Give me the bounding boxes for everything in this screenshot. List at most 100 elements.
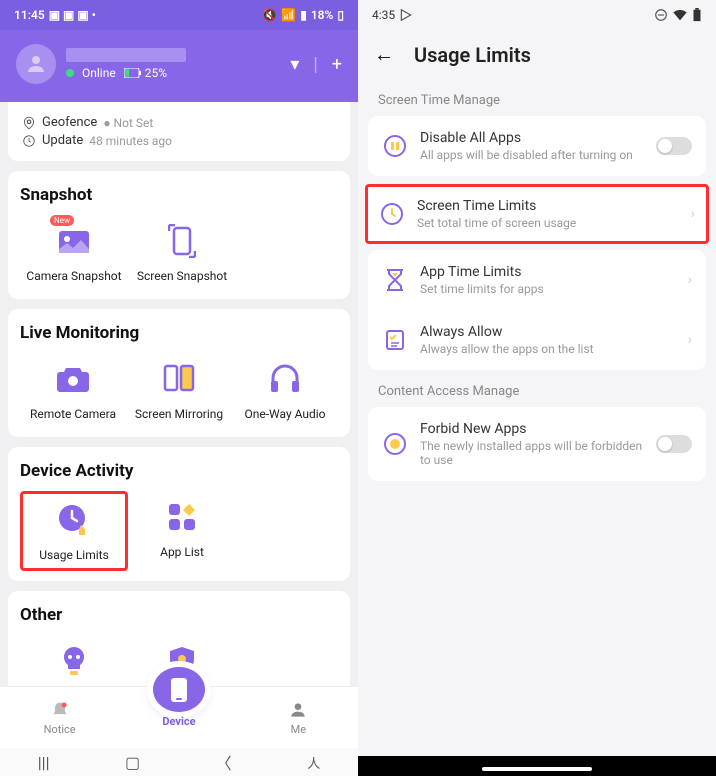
status-time: 11:45 [14,8,45,22]
checklist-icon [382,327,408,353]
home-icon[interactable]: ▢ [125,753,140,772]
forbid-new-apps-toggle[interactable] [656,435,692,453]
wifi-icon: 📶 [281,8,296,22]
battery-icon: ▯ [337,8,344,22]
recents-icon[interactable]: ||| [38,753,50,772]
photo-icon [54,221,94,261]
app-list-button[interactable]: App List [128,491,236,571]
status-bar: 11:45 ▣ ▣ ▣ • 🔇 📶 ▮ 18% ▯ [0,0,358,30]
page-header: ← Usage Limits [358,30,716,79]
dropdown-icon[interactable]: ▾ [290,54,299,75]
screen-snapshot-button[interactable]: Screen Snapshot [128,215,236,289]
dnd-icon [654,8,668,22]
gesture-bar [358,756,716,776]
disable-all-apps-title: Disable All Apps [420,130,644,146]
section-content-access: Content Access Manage [358,370,716,407]
camera-snapshot-button[interactable]: New Camera Snapshot [20,215,128,289]
geofence-label: Geofence [42,115,97,130]
play-store-icon [399,8,413,22]
home-indicator-icon [482,767,592,771]
always-allow-sub: Always allow the apps on the list [420,342,676,356]
forbid-new-apps-title: Forbid New Apps [420,421,644,437]
app-time-limits-sub: Set time limits for apps [420,282,676,296]
device-battery: 25% [124,66,167,80]
always-allow-row[interactable]: Always Allow Always allow the apps on th… [368,310,706,370]
screen-time-limits-row[interactable]: Screen Time Limits Set total time of scr… [365,184,709,244]
pause-circle-icon [382,133,408,159]
one-way-audio-button[interactable]: One-Way Audio [232,353,338,427]
screen-time-list: Disable All Apps All apps will be disabl… [368,116,706,176]
status-time: 4:35 [372,8,395,22]
screen-time-list-2: App Time Limits Set time limits for apps… [368,250,706,370]
chevron-right-icon: › [688,332,692,348]
live-monitoring-title: Live Monitoring [20,323,338,343]
online-label: Online [82,66,116,80]
clock-icon [22,134,36,148]
live-monitoring-card: Live Monitoring Remote Camera Screen Mir… [8,309,350,437]
disable-all-apps-toggle[interactable] [656,137,692,155]
back-arrow-icon[interactable]: ← [374,42,394,67]
screen-mirroring-button[interactable]: Screen Mirroring [126,353,232,427]
usage-limits-button[interactable]: Usage Limits [20,491,128,571]
user-name-redacted [66,48,186,62]
divider: | [313,54,317,75]
status-bar: 4:35 [358,0,716,30]
geofence-icon [22,116,36,130]
online-indicator-icon [66,69,74,77]
mute-icon: 🔇 [262,8,277,22]
nav-device[interactable]: Device [119,667,238,728]
disable-all-apps-row[interactable]: Disable All Apps All apps will be disabl… [368,116,706,176]
bell-icon [50,700,70,720]
app-time-limits-title: App Time Limits [420,264,676,280]
section-screen-time: Screen Time Manage [358,79,716,116]
app-time-limits-row[interactable]: App Time Limits Set time limits for apps… [368,250,706,310]
mirroring-icon [159,359,199,399]
clock-circle-icon [379,201,405,227]
chevron-right-icon: › [691,206,695,222]
device-activity-card: Device Activity Usage Limits App List [8,447,350,581]
headphones-icon [265,359,305,399]
signal-icon: ▮ [300,8,307,22]
camera-icon [53,359,93,399]
update-time: 48 minutes ago [89,134,172,148]
forbid-new-apps-sub: The newly installed apps will be forbidd… [420,439,644,467]
forbid-new-apps-row[interactable]: Forbid New Apps The newly installed apps… [368,407,706,481]
geofence-status: Not Set [114,116,154,130]
add-icon[interactable]: + [332,54,342,75]
device-activity-title: Device Activity [20,461,338,481]
device-icon [153,667,205,712]
update-label: Update [42,133,83,148]
snapshot-card: Snapshot New Camera Snapshot Screen Snap… [8,171,350,299]
disable-all-apps-sub: All apps will be disabled after turning … [420,148,644,162]
always-allow-title: Always Allow [420,324,676,340]
accessibility-icon[interactable]: 人 [307,753,320,772]
bulb-icon [54,641,94,681]
android-nav-bar: ||| ▢ 〈 人 [0,748,358,776]
new-badge: New [50,215,74,226]
nav-notice[interactable]: Notice [0,687,119,748]
app-list-icon [162,497,202,537]
back-icon[interactable]: 〈 [216,750,232,774]
nav-me[interactable]: Me [239,687,358,748]
chevron-right-icon: › [688,272,692,288]
other-title: Other [20,605,338,625]
usage-limits-icon [54,500,94,540]
device-info-strip: Geofence ● Not Set Update 48 minutes ago [8,102,350,161]
notif-icon: ▣ ▣ ▣ • [49,8,96,22]
bottom-nav: Notice Device Me [0,686,358,748]
remote-camera-button[interactable]: Remote Camera [20,353,126,427]
battery-pct: 18% [311,8,334,22]
wifi-icon [672,8,688,22]
content-access-list: Forbid New Apps The newly installed apps… [368,407,706,481]
profile-header: Online 25% ▾ | + [0,30,358,102]
screen-time-limits-title: Screen Time Limits [417,198,679,214]
person-icon [288,700,308,720]
avatar[interactable] [16,44,56,84]
screen-time-limits-sub: Set total time of screen usage [417,216,679,230]
screen-snap-icon [162,221,202,261]
battery-icon [692,8,702,22]
page-title: Usage Limits [414,43,531,67]
hourglass-icon [382,267,408,293]
forbid-circle-icon [382,431,408,457]
snapshot-title: Snapshot [20,185,338,205]
